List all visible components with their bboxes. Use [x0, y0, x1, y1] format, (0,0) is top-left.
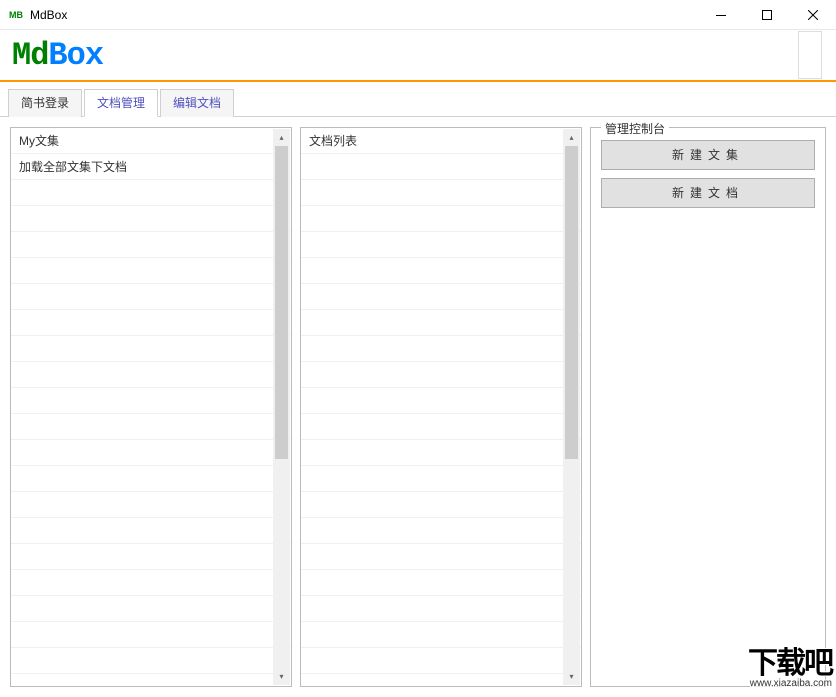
app-icon: MB: [8, 7, 24, 23]
scroll-track[interactable]: [563, 146, 580, 668]
scroll-down-icon[interactable]: ▾: [563, 668, 580, 685]
tab-jianshu-login[interactable]: 简书登录: [8, 89, 82, 117]
document-list-panel: 文档列表 ▴ ▾: [300, 127, 582, 687]
window-title: MdBox: [30, 8, 698, 22]
list-item[interactable]: My文集: [11, 128, 291, 154]
scroll-up-icon[interactable]: ▴: [273, 129, 290, 146]
close-button[interactable]: [790, 0, 836, 30]
scroll-down-icon[interactable]: ▾: [273, 668, 290, 685]
close-icon: [808, 10, 818, 20]
scroll-track[interactable]: [273, 146, 290, 668]
logo-part2: Box: [48, 37, 103, 74]
maximize-button[interactable]: [744, 0, 790, 30]
app-header: MdBox: [0, 30, 836, 80]
maximize-icon: [762, 10, 772, 20]
window-titlebar: MB MdBox: [0, 0, 836, 30]
collection-list[interactable]: My文集 加载全部文集下文档: [11, 128, 291, 686]
list-background-lines: [11, 128, 291, 686]
scrollbar[interactable]: ▴ ▾: [563, 129, 580, 685]
control-panel: 管理控制台 新建文集 新建文档: [590, 127, 826, 687]
main-content: My文集 加载全部文集下文档 ▴ ▾ 文档列表 ▴ ▾ 管理控制台 新建文集 新…: [0, 117, 836, 697]
header-side-box: [798, 31, 822, 79]
list-item[interactable]: 加载全部文集下文档: [11, 154, 291, 180]
tab-edit-doc[interactable]: 编辑文档: [160, 89, 234, 117]
scroll-thumb[interactable]: [565, 146, 578, 459]
new-document-button[interactable]: 新建文档: [601, 178, 815, 208]
new-collection-button[interactable]: 新建文集: [601, 140, 815, 170]
scrollbar[interactable]: ▴ ▾: [273, 129, 290, 685]
minimize-button[interactable]: [698, 0, 744, 30]
tab-bar: 简书登录 文档管理 编辑文档: [0, 84, 836, 117]
list-item[interactable]: 文档列表: [301, 128, 581, 154]
document-list[interactable]: 文档列表: [301, 128, 581, 686]
collection-list-panel: My文集 加载全部文集下文档 ▴ ▾: [10, 127, 292, 687]
scroll-thumb[interactable]: [275, 146, 288, 459]
logo-part1: Md: [12, 37, 48, 74]
list-background-lines: [301, 128, 581, 686]
app-logo: MdBox: [12, 37, 103, 74]
tab-doc-manage[interactable]: 文档管理: [84, 89, 158, 117]
scroll-up-icon[interactable]: ▴: [563, 129, 580, 146]
window-controls: [698, 0, 836, 29]
control-panel-title: 管理控制台: [601, 120, 669, 137]
accent-divider: [0, 80, 836, 82]
minimize-icon: [716, 15, 726, 16]
